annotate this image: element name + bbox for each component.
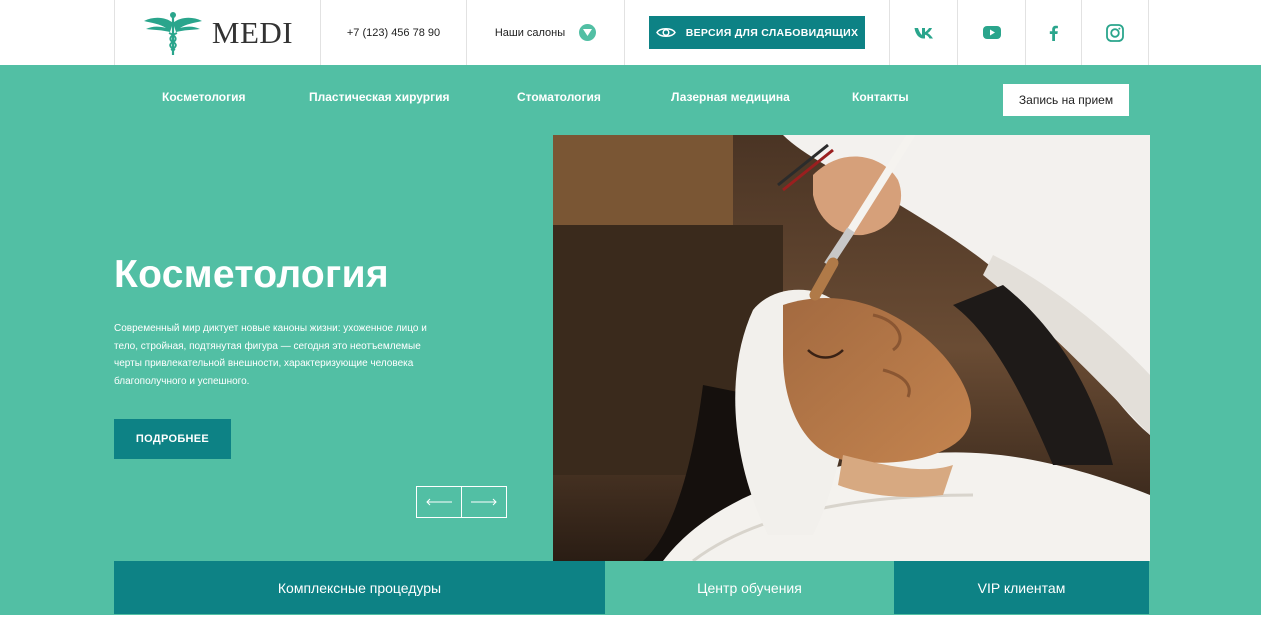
instagram-icon[interactable] (1106, 23, 1124, 42)
low-vision-label: ВЕРСИЯ ДЛЯ СЛАБОВИДЯЩИХ (685, 26, 859, 39)
tab-vip-clients[interactable]: VIP клиентам (894, 561, 1149, 614)
appointment-button[interactable]: Запись на прием (1003, 84, 1129, 116)
hero-title: Косметология (114, 253, 389, 296)
hero-description: Современный мир диктует новые каноны жиз… (114, 323, 427, 387)
logo[interactable]: MEDI (142, 11, 293, 55)
eye-icon (655, 28, 676, 37)
caduceus-icon (143, 11, 202, 55)
more-button[interactable]: ПОДРОБНЕЕ (114, 419, 231, 459)
tab-training-center[interactable]: Центр обучения (605, 561, 894, 614)
salons-label: Наши салоны (494, 26, 566, 39)
feature-tabs: Комплексные процедуры Центр обучения VIP… (114, 561, 1149, 614)
arrow-left-icon (426, 498, 452, 506)
hero-image (553, 135, 1150, 561)
youtube-icon[interactable] (982, 26, 1001, 39)
chevron-down-icon (579, 24, 597, 41)
instagram-cell (1081, 0, 1149, 65)
arrow-right-icon (471, 498, 497, 506)
facebook-icon[interactable] (1049, 25, 1058, 41)
low-vision-cell: ВЕРСИЯ ДЛЯ СЛАБОВИДЯЩИХ (624, 0, 889, 65)
nav-item-plastic-surgery[interactable]: Пластическая хирургия (309, 90, 449, 104)
nav-item-laser-medicine[interactable]: Лазерная медицина (671, 90, 790, 104)
prev-slide-button[interactable] (417, 487, 461, 517)
main-nav: Косметология Пластическая хирургия Стома… (0, 65, 1261, 130)
salons-dropdown[interactable]: Наши салоны (466, 0, 624, 65)
tab-complex-procedures[interactable]: Комплексные процедуры (114, 561, 605, 614)
nav-item-cosmetology[interactable]: Косметология (162, 90, 245, 104)
nav-item-contacts[interactable]: Контакты (852, 90, 909, 104)
logo-cell: MEDI (114, 0, 320, 65)
slider-arrows (416, 486, 507, 518)
facebook-cell (1025, 0, 1081, 65)
top-bar: MEDI +7 (123) 456 78 90 Наши салоны ВЕРС… (0, 0, 1261, 65)
hero-section: Косметология Пластическая хирургия Стома… (0, 65, 1261, 615)
logo-text: MEDI (211, 14, 294, 50)
next-slide-button[interactable] (461, 487, 506, 517)
vk-cell (889, 0, 957, 65)
phone-link[interactable]: +7 (123) 456 78 90 (347, 27, 440, 39)
vk-icon[interactable] (914, 27, 934, 39)
low-vision-button[interactable]: ВЕРСИЯ ДЛЯ СЛАБОВИДЯЩИХ (649, 16, 865, 49)
phone-cell: +7 (123) 456 78 90 (320, 0, 466, 65)
nav-item-dentistry[interactable]: Стоматология (517, 90, 601, 104)
youtube-cell (957, 0, 1025, 65)
